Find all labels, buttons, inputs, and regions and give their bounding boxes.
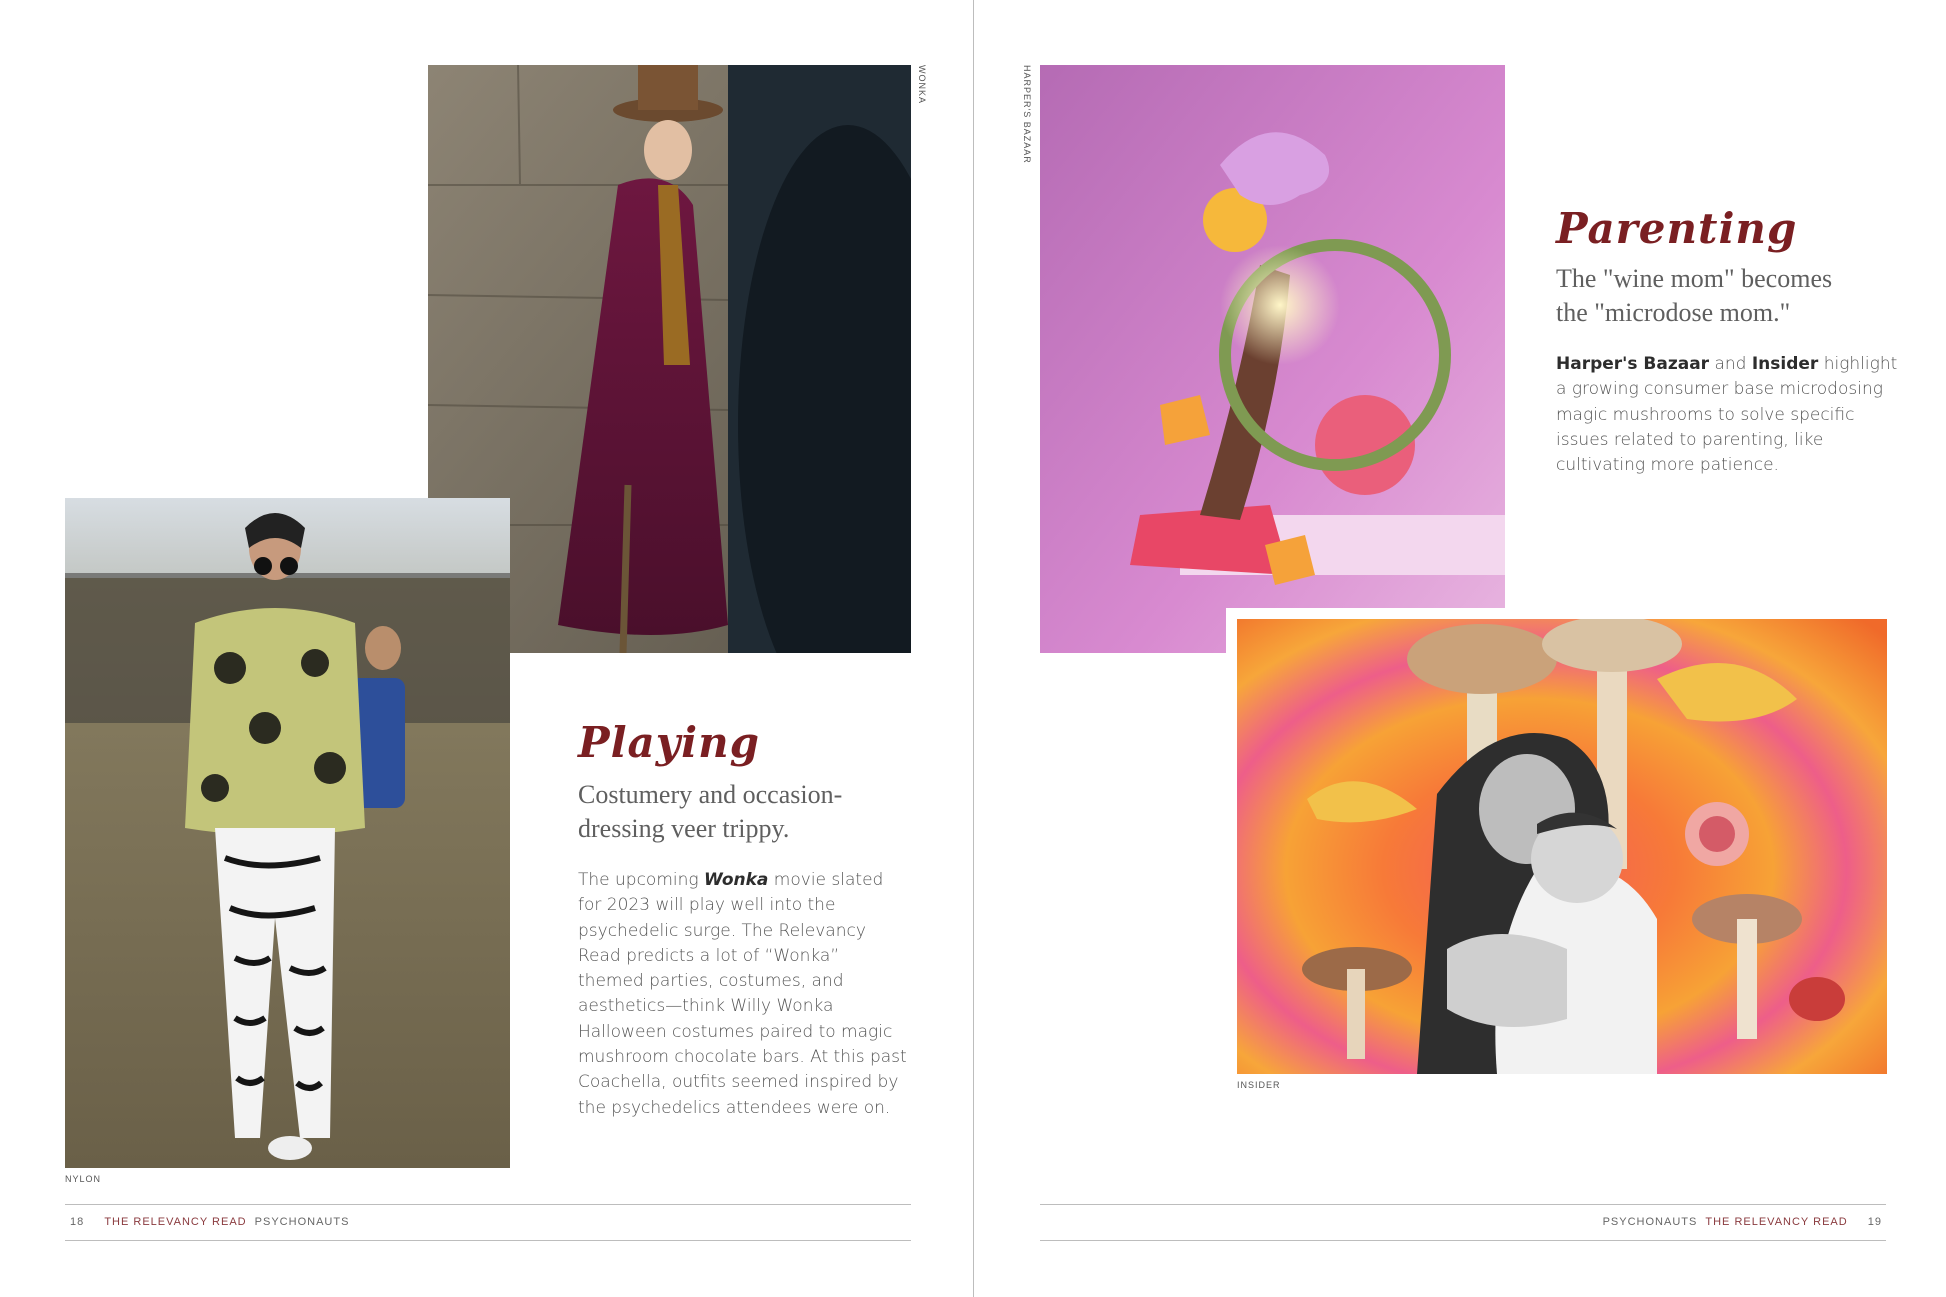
section-subhead-playing: Costumery and occasion- dressing veer tr… bbox=[578, 778, 842, 846]
insider-emphasis: Insider bbox=[1751, 354, 1819, 374]
footer-rule-top-left bbox=[65, 1204, 911, 1205]
coachella-photo bbox=[65, 498, 510, 1168]
body-line: aesthetics—think Willy Wonka bbox=[578, 996, 834, 1017]
page-gutter bbox=[973, 0, 974, 1297]
insider-photo bbox=[1237, 619, 1887, 1074]
bazaar-photo-credit: HARPER'S BAZAAR bbox=[1022, 65, 1032, 164]
subhead-line: The "wine mom" becomes bbox=[1556, 264, 1833, 293]
section-heading-playing: Playing bbox=[578, 718, 761, 767]
body-line: Coachella, outfits seemed inspired by bbox=[578, 1072, 899, 1093]
footer-section: PSYCHONAUTS bbox=[254, 1216, 350, 1228]
bazaar-photo bbox=[1040, 65, 1505, 653]
subhead-line: dressing veer trippy. bbox=[578, 814, 790, 843]
footer-brand: THE RELEVANCY READ bbox=[104, 1216, 247, 1228]
coachella-photo-credit: NYLON bbox=[65, 1174, 102, 1184]
footer-section: PSYCHONAUTS bbox=[1602, 1216, 1698, 1228]
body-line: the psychedelics attendees were on. bbox=[578, 1097, 891, 1118]
body-line: Harper's Bazaar and Insider highlight bbox=[1556, 354, 1898, 374]
body-line: a growing consumer base microdosing bbox=[1556, 379, 1883, 400]
body-line: issues related to parenting, like bbox=[1556, 429, 1824, 450]
body-line: The upcoming Wonka movie slated bbox=[578, 870, 884, 890]
body-line: Halloween costumes paired to magic bbox=[578, 1021, 893, 1042]
body-line: for 2023 will play well into the bbox=[578, 895, 836, 916]
insider-photo-credit: INSIDER bbox=[1237, 1080, 1281, 1090]
body-line: magic mushrooms to solve specific bbox=[1556, 404, 1855, 425]
subhead-line: Costumery and occasion- bbox=[578, 780, 843, 809]
footer-left: 18 THE RELEVANCY READ PSYCHONAUTS bbox=[70, 1216, 349, 1228]
body-line: cultivating more patience. bbox=[1556, 455, 1779, 476]
body-text-parenting: Harper's Bazaar and Insider highlight a … bbox=[1556, 352, 1906, 478]
footer-rule-top-right bbox=[1040, 1204, 1886, 1205]
wonka-photo-credit: WONKA bbox=[917, 65, 927, 105]
subhead-line: the "microdose mom." bbox=[1556, 298, 1791, 327]
body-line: Read predicts a lot of “Wonka” bbox=[578, 945, 840, 966]
body-line: mushroom chocolate bars. At this past bbox=[578, 1047, 907, 1068]
section-heading-parenting: Parenting bbox=[1556, 204, 1798, 253]
footer-rule-bottom-right bbox=[1040, 1240, 1886, 1241]
body-text-playing: The upcoming Wonka movie slated for 2023… bbox=[578, 868, 938, 1121]
footer-right: PSYCHONAUTS THE RELEVANCY READ 19 bbox=[1603, 1216, 1882, 1228]
footer-rule-bottom-left bbox=[65, 1240, 911, 1241]
page-number: 18 bbox=[70, 1216, 85, 1228]
page-number: 19 bbox=[1867, 1216, 1882, 1228]
section-subhead-parenting: The "wine mom" becomes the "microdose mo… bbox=[1556, 262, 1832, 330]
footer-brand: THE RELEVANCY READ bbox=[1705, 1216, 1848, 1228]
body-line: themed parties, costumes, and bbox=[578, 971, 844, 992]
wonka-emphasis: Wonka bbox=[704, 870, 769, 890]
body-line: psychedelic surge. The Relevancy bbox=[578, 920, 866, 941]
harpers-bazaar-emphasis: Harper's Bazaar bbox=[1556, 354, 1710, 374]
